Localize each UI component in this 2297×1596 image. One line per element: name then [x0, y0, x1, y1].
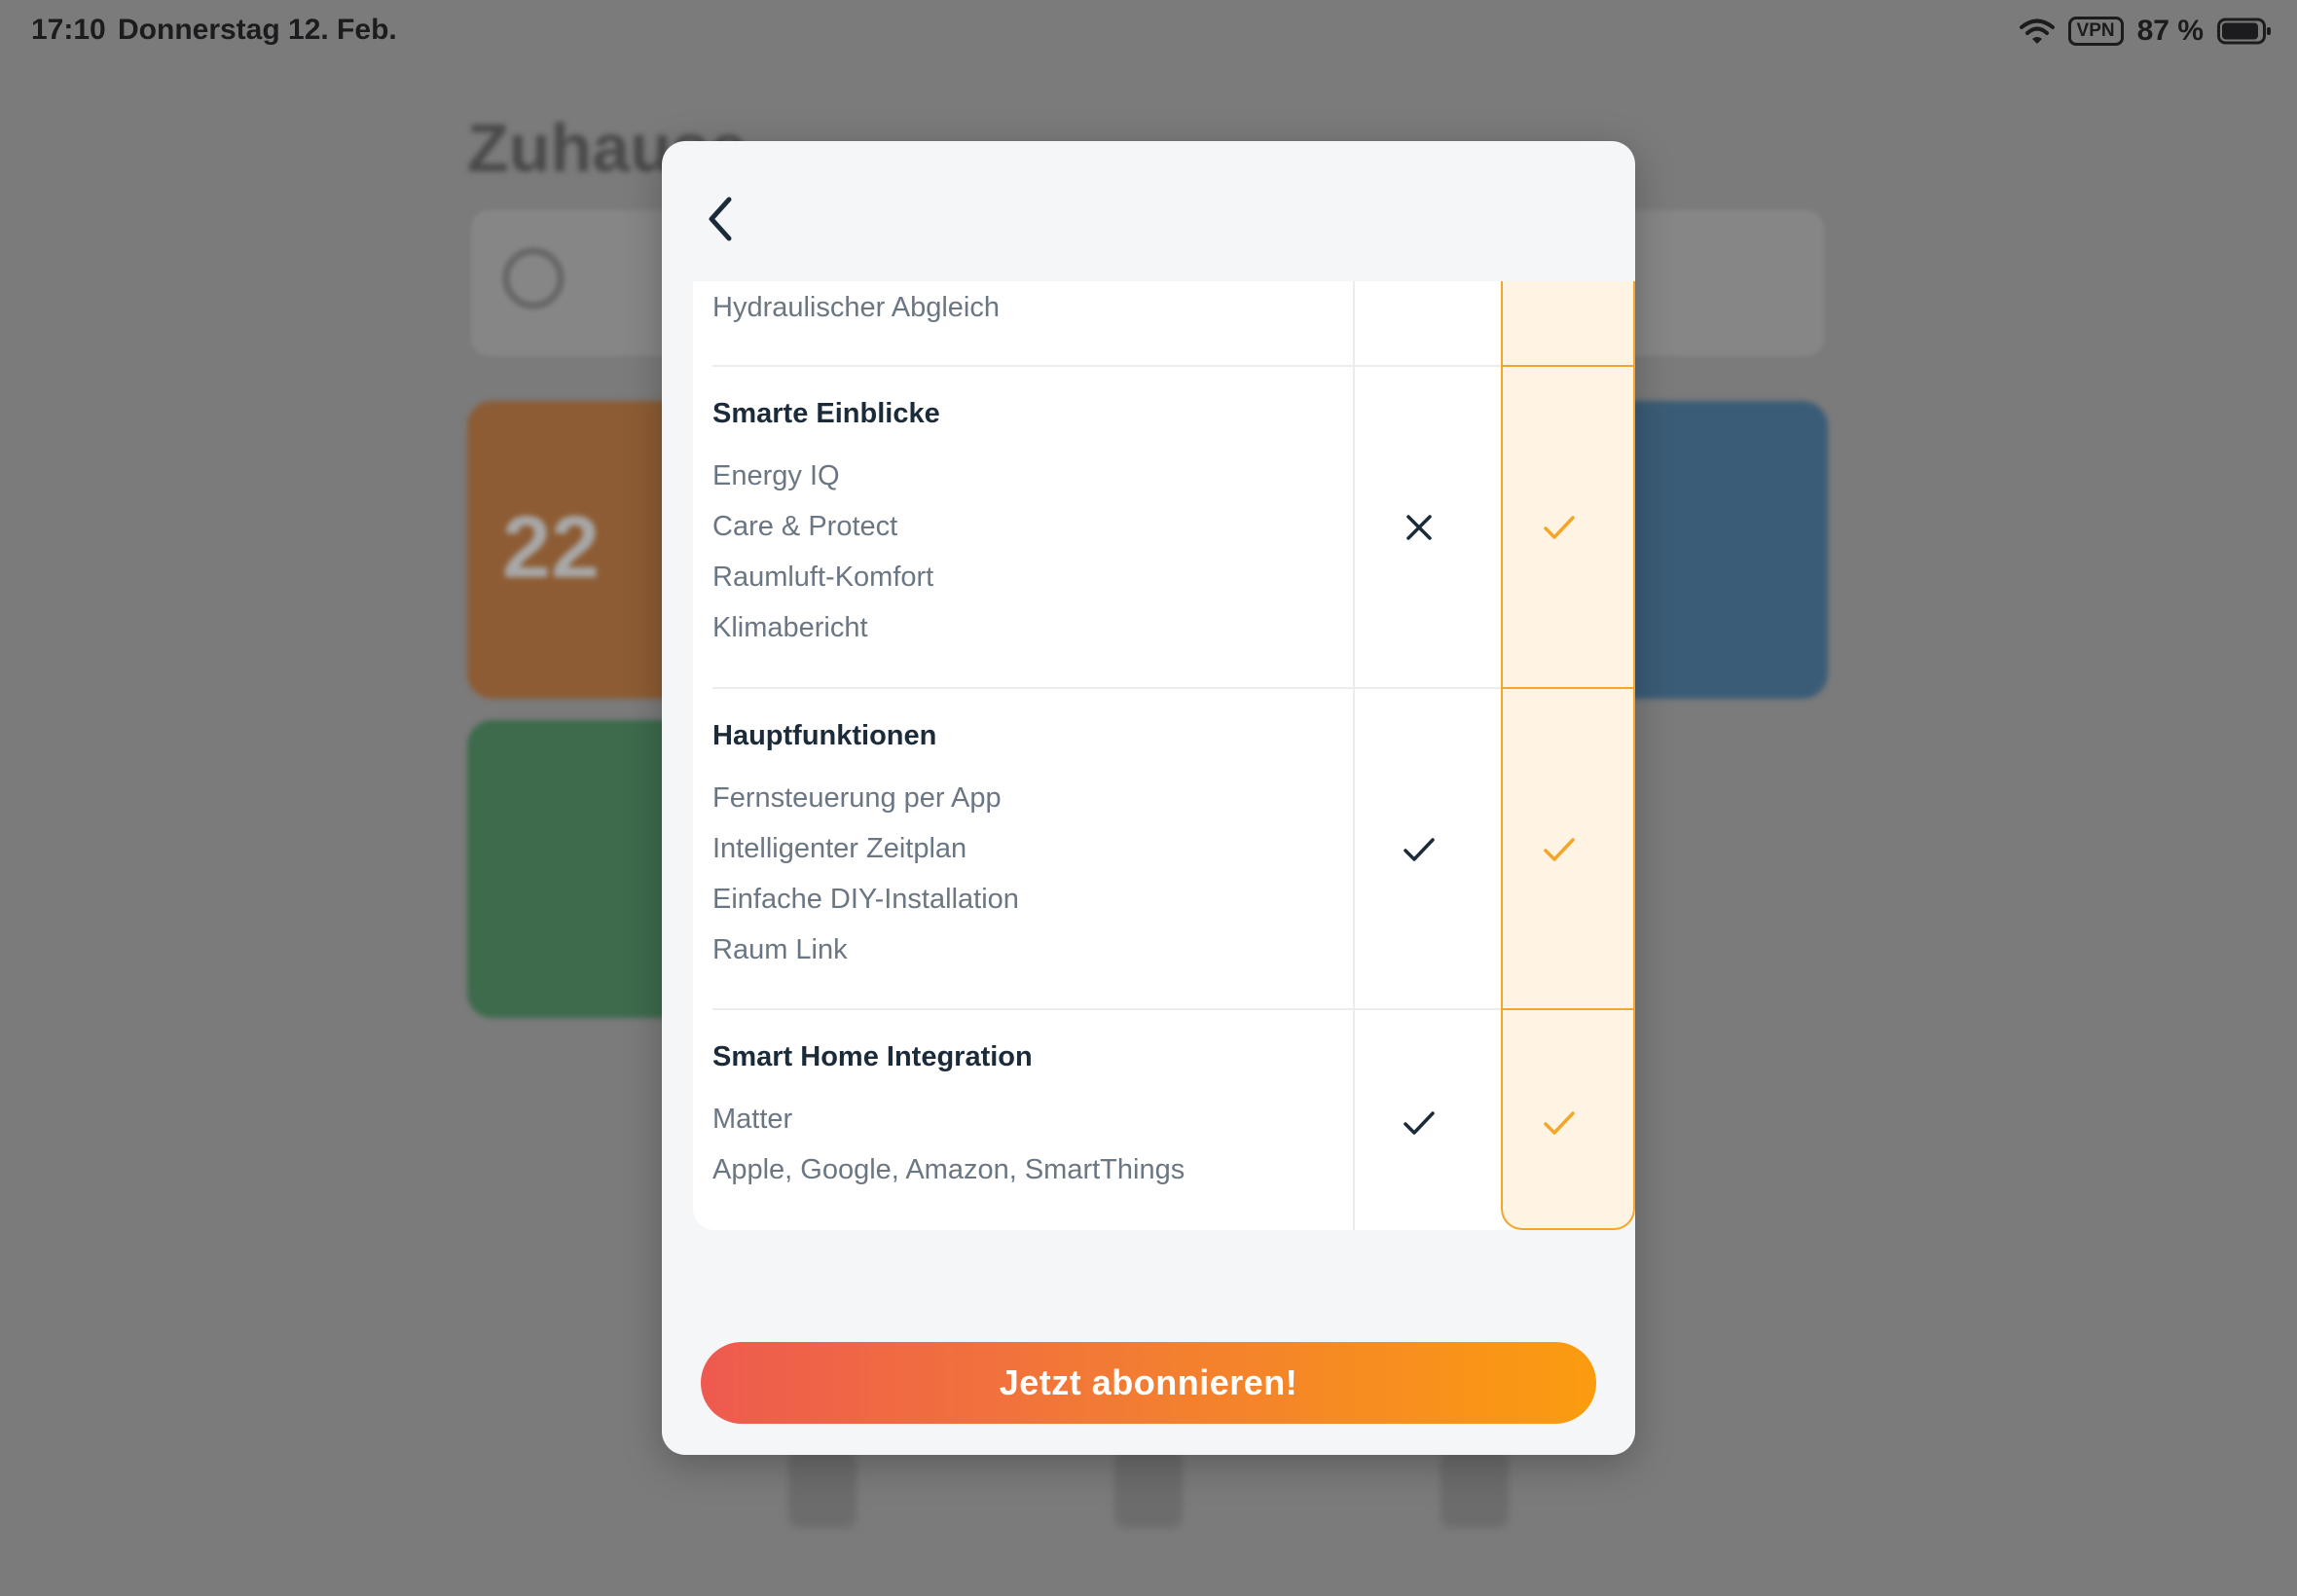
background-temperature: 22: [502, 499, 601, 597]
feature-section-smarte-einblicke: Smarte Einblicke Energy IQ Care & Protec…: [693, 367, 1635, 689]
feature-row-partial: Hydraulischer Abgleich: [693, 281, 1635, 367]
tab-icon: [1440, 1450, 1509, 1528]
feature-item: Raum Link: [712, 934, 848, 965]
cross-icon: [1406, 515, 1432, 540]
feature-item: Care & Protect: [712, 511, 898, 542]
check-icon: [1544, 516, 1575, 539]
home-tab-icon: [788, 1450, 857, 1528]
feature-section-hauptfunktionen: Hauptfunktionen Fernsteuerung per App In…: [693, 689, 1635, 1010]
feature-item: Hydraulischer Abgleich: [712, 292, 1000, 323]
chevron-left-icon: [709, 197, 732, 241]
section-title: Smart Home Integration: [712, 1041, 1033, 1072]
section-title: Hauptfunktionen: [712, 720, 937, 751]
feature-item: Raumluft-Komfort: [712, 562, 934, 593]
check-icon: [1404, 838, 1435, 861]
feature-item: Fernsteuerung per App: [712, 782, 1002, 814]
feature-item: Einfache DIY-Installation: [712, 884, 1019, 915]
feature-item: Klimabericht: [712, 612, 868, 643]
check-icon: [1544, 838, 1575, 861]
feature-item: Apple, Google, Amazon, SmartThings: [712, 1154, 1185, 1185]
back-button[interactable]: [697, 192, 744, 246]
feature-item: Intelligenter Zeitplan: [712, 833, 967, 864]
tab-icon: [1114, 1450, 1183, 1528]
clock-icon: [502, 247, 565, 309]
feature-item: Energy IQ: [712, 460, 840, 491]
check-icon: [1404, 1111, 1435, 1135]
subscribe-button[interactable]: Jetzt abonnieren!: [701, 1342, 1596, 1424]
subscription-modal: Hydraulischer Abgleich Smarte Einblicke …: [662, 141, 1635, 1455]
feature-section-smart-home-integration: Smart Home Integration Matter Apple, Goo…: [693, 1010, 1635, 1230]
feature-item: Matter: [712, 1104, 793, 1135]
section-title: Smarte Einblicke: [712, 398, 940, 429]
feature-comparison-table: Hydraulischer Abgleich Smarte Einblicke …: [693, 281, 1635, 1230]
check-icon: [1544, 1111, 1575, 1135]
